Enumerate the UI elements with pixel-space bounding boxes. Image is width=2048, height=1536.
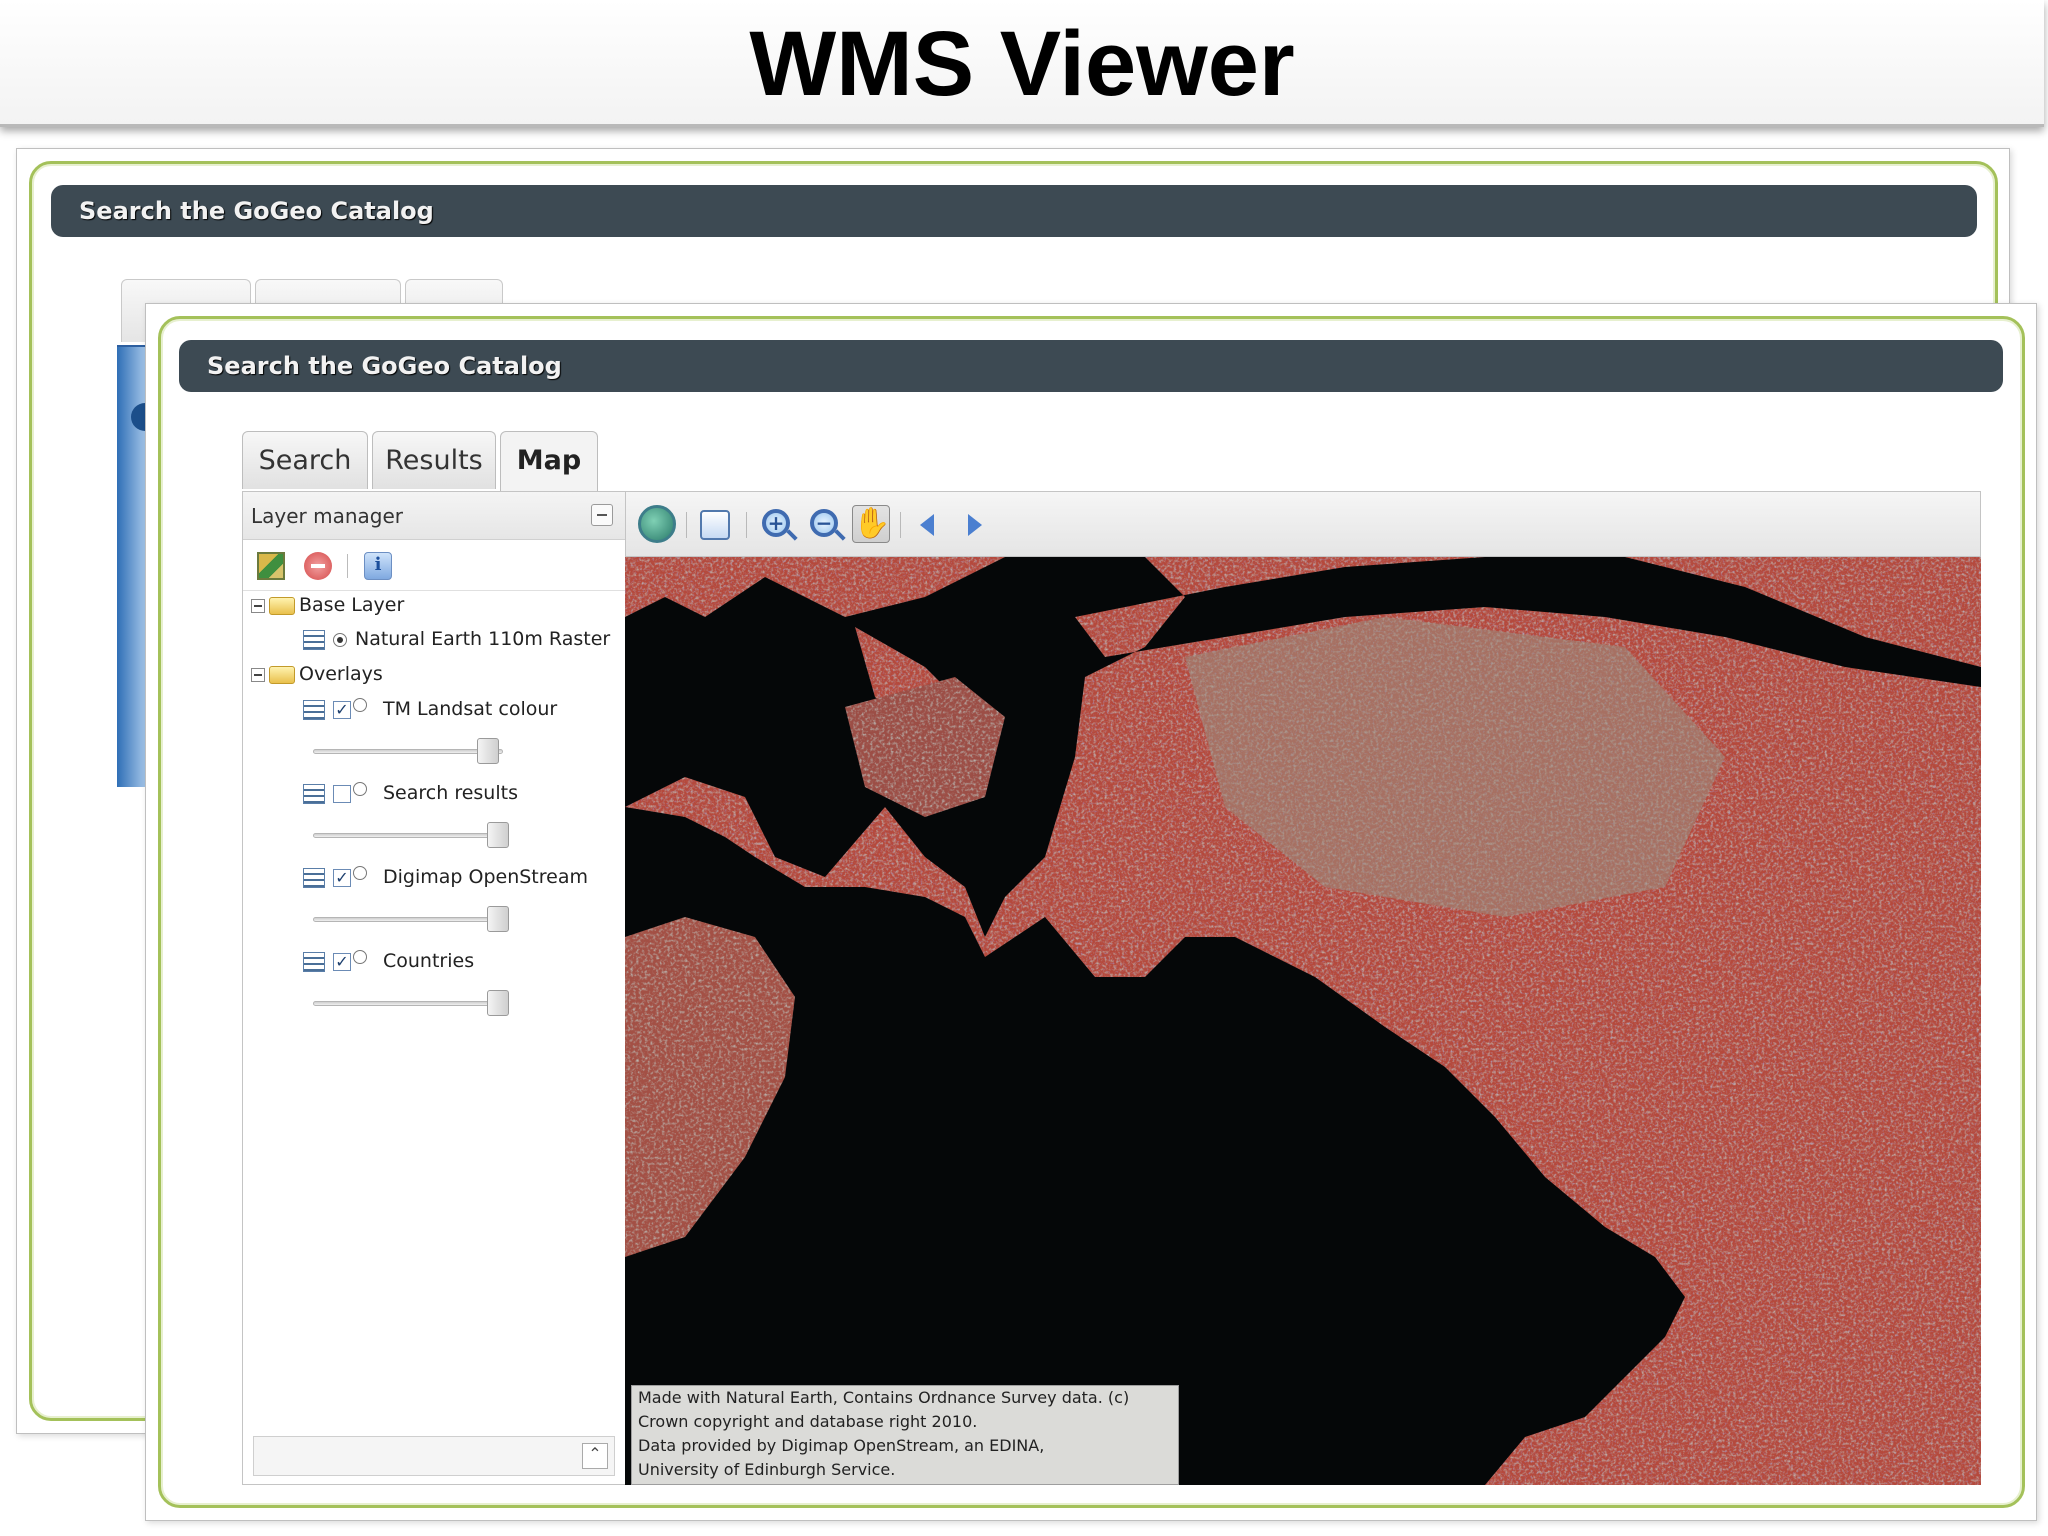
toolbar-separator (347, 554, 348, 578)
layer-label: Countries (383, 950, 475, 972)
zoom-box-icon[interactable] (700, 510, 730, 540)
base-layer-radio[interactable] (333, 633, 347, 647)
slide-header: WMS Viewer (0, 0, 2044, 127)
layer-manager-footer: ⌃ (253, 1436, 615, 1476)
layer-label: TM Landsat colour (383, 698, 558, 720)
folder-icon (269, 666, 295, 684)
zoom-in-icon[interactable]: + (762, 509, 790, 537)
slider-thumb[interactable] (487, 990, 509, 1016)
toolbar-separator (686, 512, 687, 538)
legend-icon[interactable] (303, 630, 325, 650)
window-title-bar: Search the GoGeo Catalog (179, 340, 2003, 392)
layer-select-radio[interactable] (353, 866, 367, 880)
opacity-slider[interactable] (313, 822, 509, 848)
legend-icon[interactable] (303, 952, 325, 972)
collapse-toggle-icon[interactable] (251, 599, 265, 613)
layer-select-radio[interactable] (353, 950, 367, 964)
legend-icon[interactable] (303, 700, 325, 720)
zoom-to-max-extent-icon[interactable] (638, 505, 676, 543)
layer-manager-header: Layer manager (243, 492, 625, 540)
slider-thumb[interactable] (487, 906, 509, 932)
opacity-slider[interactable] (313, 990, 509, 1016)
foreground-screenshot: Search the GoGeo Catalog Search Results … (145, 303, 2037, 1521)
expand-up-icon[interactable]: ⌃ (582, 1443, 608, 1469)
layer-label: Search results (383, 782, 518, 804)
layer-visibility-checkbox[interactable] (333, 785, 351, 803)
window-title-bar: Search the GoGeo Catalog (51, 185, 1977, 237)
slider-thumb[interactable] (477, 738, 499, 764)
toolbar-separator (900, 512, 901, 538)
opacity-slider[interactable] (313, 906, 509, 932)
layer-manager-title: Layer manager (251, 504, 404, 528)
slider-track (313, 917, 503, 922)
layer-manager-toolbar (243, 540, 625, 591)
tab-results[interactable]: Results (372, 431, 496, 489)
collapse-toggle-icon[interactable] (251, 668, 265, 682)
layer-select-radio[interactable] (353, 698, 367, 712)
remove-layer-icon[interactable] (304, 552, 332, 580)
slider-thumb[interactable] (487, 822, 509, 848)
add-layer-icon[interactable] (257, 552, 285, 580)
layer-info-icon[interactable] (364, 552, 392, 580)
zoom-out-icon[interactable]: − (810, 509, 838, 537)
tab-search[interactable]: Search (242, 431, 368, 489)
slider-track (313, 833, 503, 838)
layer-manager-panel: Layer manager Base Layer Natural Earth 1… (242, 491, 626, 1485)
map-attribution: Made with Natural Earth, Contains Ordnan… (631, 1385, 1179, 1485)
tree-group-label: Overlays (299, 663, 383, 685)
tree-group-label: Base Layer (299, 594, 405, 616)
map-toolbar: + − ✋ (625, 491, 1981, 557)
legend-icon[interactable] (303, 868, 325, 888)
layer-label: Natural Earth 110m Raster (355, 628, 611, 650)
layer-select-radio[interactable] (353, 782, 367, 796)
map-view[interactable]: Made with Natural Earth, Contains Ordnan… (625, 557, 1981, 1485)
layer-visibility-checkbox[interactable]: ✓ (333, 869, 351, 887)
legend-icon[interactable] (303, 784, 325, 804)
satellite-imagery (625, 557, 1981, 1485)
collapse-panel-button[interactable] (591, 504, 613, 526)
pan-hand-icon[interactable]: ✋ (852, 505, 890, 543)
opacity-slider[interactable] (313, 738, 509, 764)
layer-visibility-checkbox[interactable]: ✓ (333, 701, 351, 719)
folder-icon (269, 597, 295, 615)
toolbar-separator (746, 512, 747, 538)
slider-track (313, 1001, 503, 1006)
layer-visibility-checkbox[interactable]: ✓ (333, 953, 351, 971)
slider-track (313, 749, 503, 754)
tab-map[interactable]: Map (500, 431, 598, 491)
next-view-icon[interactable] (968, 514, 982, 536)
previous-view-icon[interactable] (920, 514, 934, 536)
layer-label: Digimap OpenStream (383, 866, 588, 888)
slide-title: WMS Viewer (749, 13, 1295, 115)
